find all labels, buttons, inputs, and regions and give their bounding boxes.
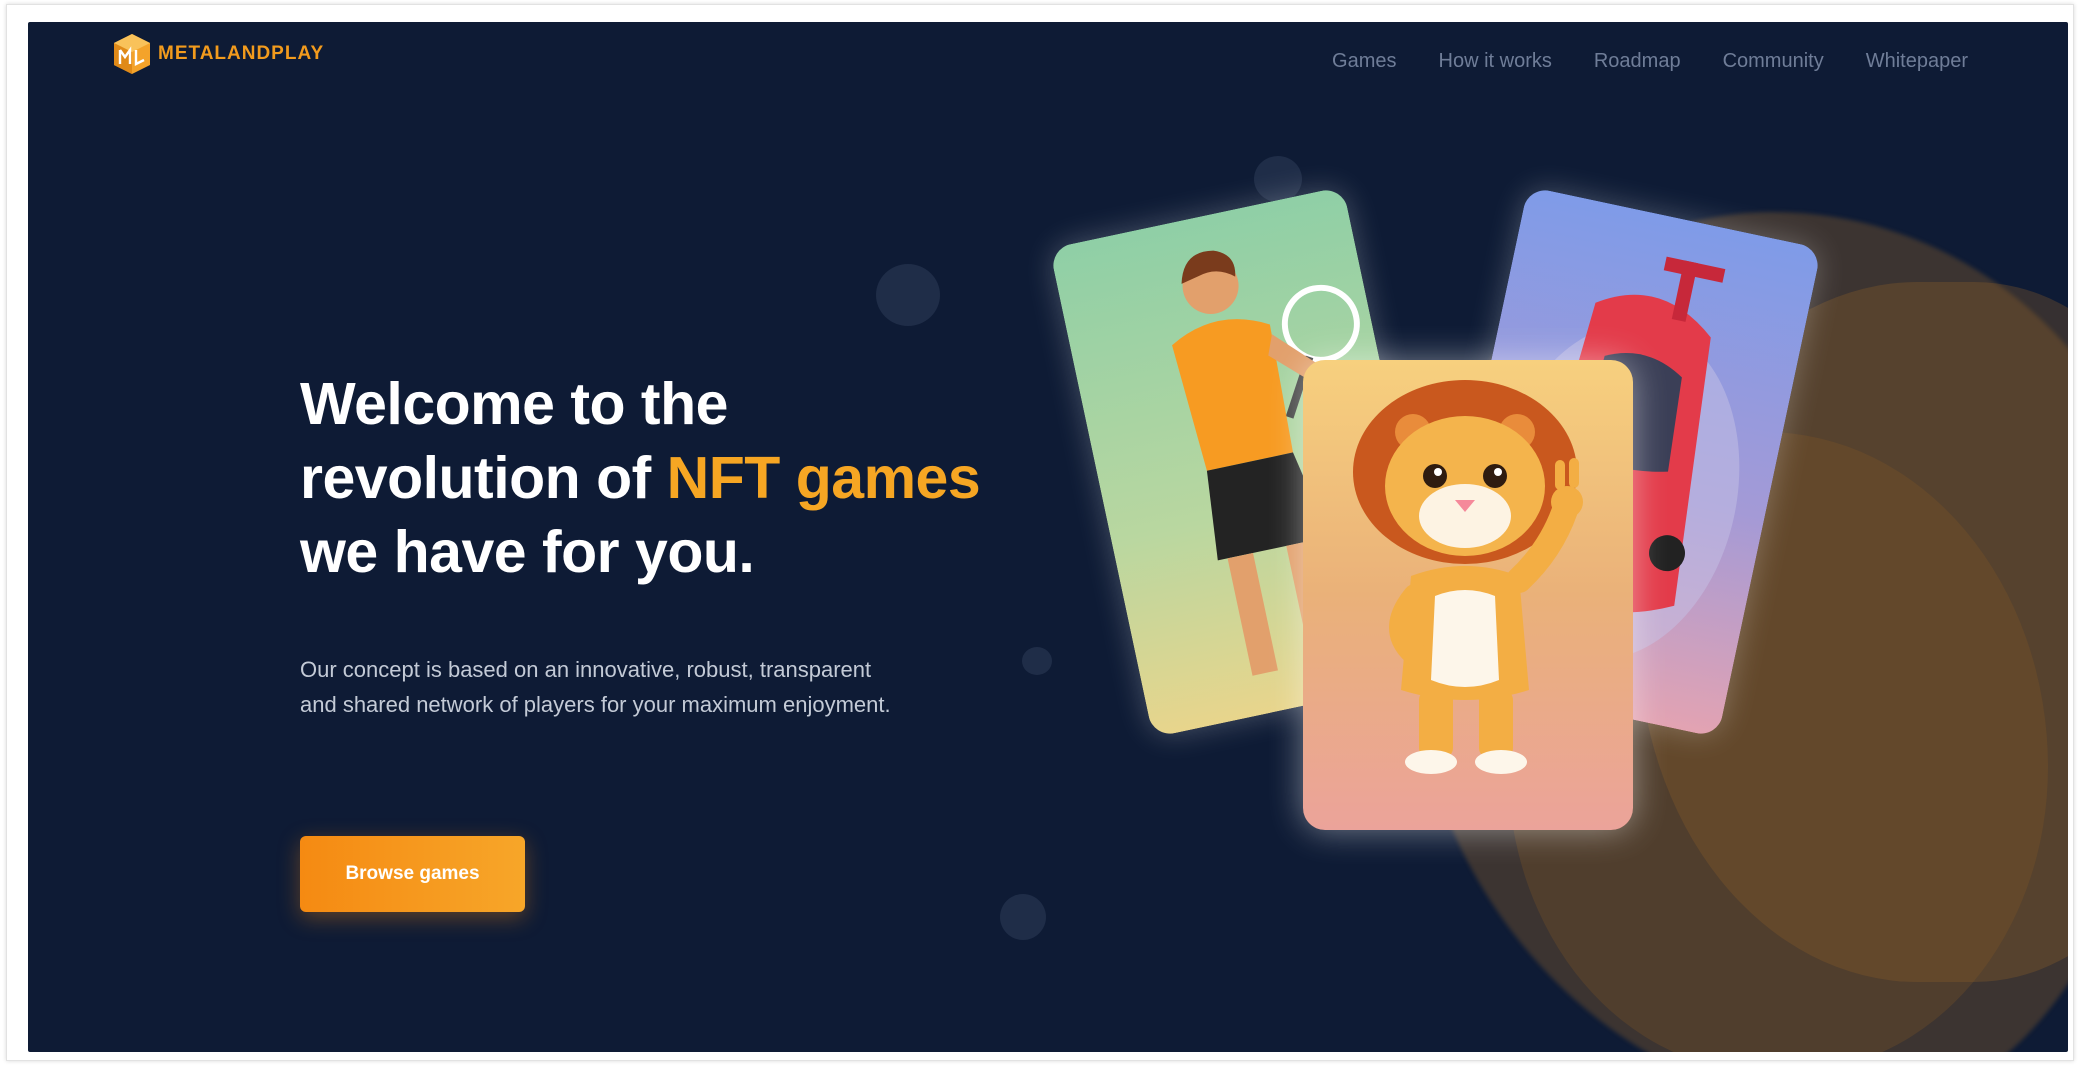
nav-link-whitepaper[interactable]: Whitepaper	[1866, 50, 1968, 73]
decorative-bubble	[1254, 156, 1302, 202]
cube-logo-icon	[114, 34, 150, 74]
hero-title-accent: NFT games	[666, 445, 981, 511]
hero-title: Welcome to the revolution of NFT games w…	[300, 367, 981, 589]
brand-logo[interactable]: METALANDPLAY	[112, 32, 324, 76]
hero-section: METALANDPLAY Games How it works Roadmap …	[28, 22, 2068, 1052]
decorative-bubble	[1000, 894, 1046, 940]
browse-games-button[interactable]: Browse games	[300, 836, 525, 912]
brand-name: METALANDPLAY	[158, 43, 325, 64]
main-nav: Games How it works Roadmap Community Whi…	[1332, 50, 1968, 73]
nav-link-roadmap[interactable]: Roadmap	[1594, 50, 1681, 73]
nav-link-games[interactable]: Games	[1332, 50, 1396, 73]
game-card-lion[interactable]	[1303, 360, 1633, 830]
hero-title-line: revolution of	[300, 445, 667, 511]
nav-link-how-it-works[interactable]: How it works	[1439, 50, 1552, 73]
lion-mascot-illustration	[1303, 360, 1633, 830]
nav-link-community[interactable]: Community	[1723, 50, 1824, 73]
decorative-bubble	[876, 264, 940, 326]
hero-title-line: we have for you.	[300, 519, 755, 585]
hero-title-line: Welcome to the	[300, 371, 728, 437]
decorative-bubble	[1022, 647, 1052, 675]
hero-description: Our concept is based on an innovative, r…	[300, 657, 891, 717]
